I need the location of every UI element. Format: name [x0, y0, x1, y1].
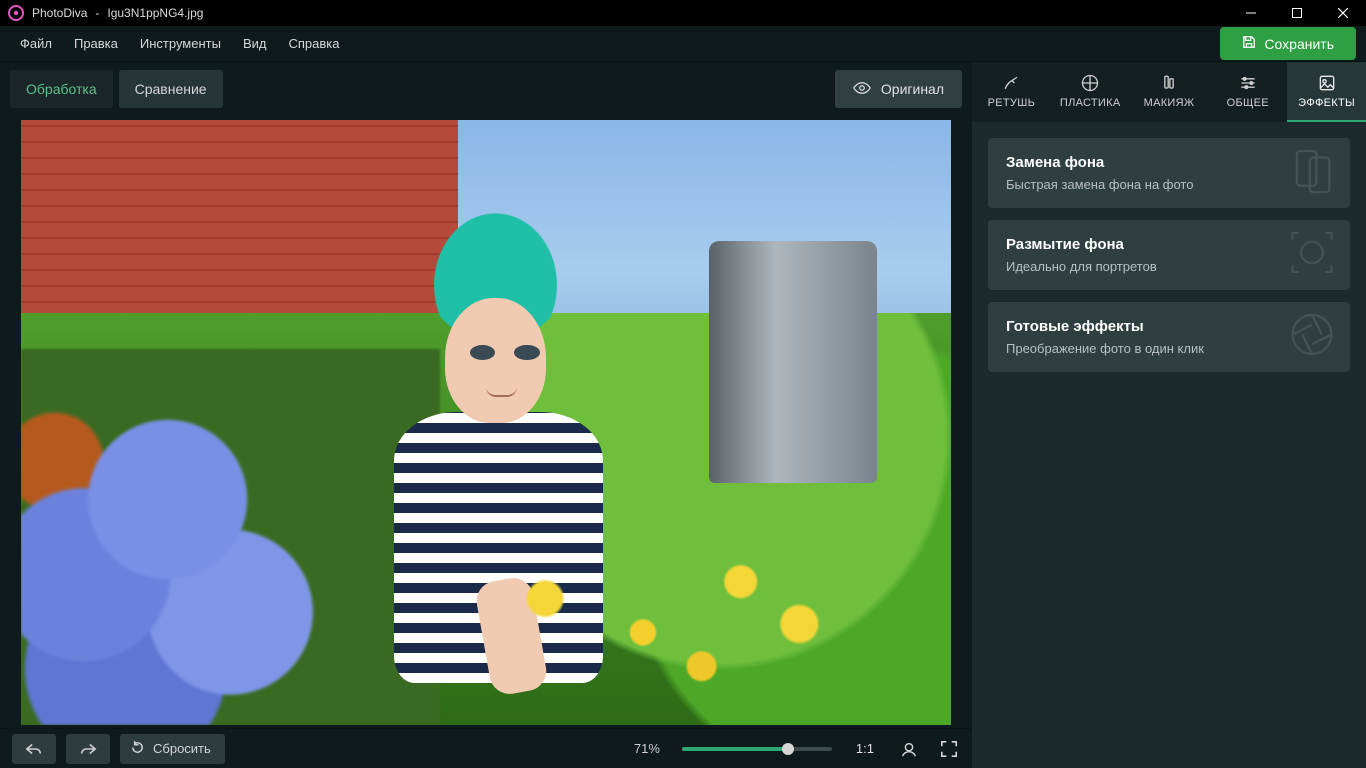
original-label: Оригинал — [881, 81, 944, 97]
side-tab-plastic-label: ПЛАСТИКА — [1060, 97, 1121, 109]
maximize-button[interactable] — [1274, 0, 1320, 26]
titlebar: PhotoDiva - Igu3N1ppNG4.jpg — [0, 0, 1366, 26]
show-original-button[interactable]: Оригинал — [835, 70, 962, 108]
side-tab-general[interactable]: ОБЩЕЕ — [1208, 62, 1287, 122]
toolbar: Обработка Сравнение Оригинал — [0, 62, 972, 116]
title-doc: Igu3N1ppNG4.jpg — [107, 6, 203, 20]
tab-processing[interactable]: Обработка — [10, 70, 113, 108]
effect-subtitle: Быстрая замена фона на фото — [1006, 177, 1332, 192]
side-tab-makeup-label: МАКИЯЖ — [1144, 97, 1195, 109]
phone-swap-icon — [1286, 145, 1338, 202]
bottombar: Сбросить 71% 1:1 — [0, 728, 972, 768]
side-tab-retouch[interactable]: РЕТУШЬ — [972, 62, 1051, 122]
fullscreen-icon[interactable] — [938, 740, 960, 758]
zoom-slider[interactable] — [682, 747, 832, 751]
app-logo-icon — [8, 5, 24, 21]
side-tab-effects[interactable]: ЭФФЕКТЫ — [1287, 62, 1366, 122]
face-detect-icon[interactable] — [898, 740, 920, 758]
reset-button[interactable]: Сбросить — [120, 734, 225, 764]
eye-icon — [853, 81, 871, 98]
save-button[interactable]: Сохранить — [1220, 27, 1356, 60]
canvas-area[interactable] — [0, 116, 972, 728]
menu-edit[interactable]: Правка — [64, 30, 128, 57]
effect-subtitle: Преображение фото в один клик — [1006, 341, 1332, 356]
menu-help[interactable]: Справка — [278, 30, 349, 57]
reset-label: Сбросить — [153, 741, 211, 756]
menu-file[interactable]: Файл — [10, 30, 62, 57]
undo-button[interactable] — [12, 734, 56, 764]
reset-icon — [130, 740, 145, 758]
side-tab-general-label: ОБЩЕЕ — [1227, 97, 1269, 109]
save-label: Сохранить — [1264, 36, 1334, 52]
effect-title: Размытие фона — [1006, 236, 1332, 253]
menu-view[interactable]: Вид — [233, 30, 277, 57]
tab-compare[interactable]: Сравнение — [119, 70, 223, 108]
zoom-1to1-button[interactable]: 1:1 — [856, 741, 874, 756]
focus-target-icon — [1286, 227, 1338, 284]
effect-card-background-blur[interactable]: Размытие фона Идеально для портретов — [988, 220, 1350, 290]
side-tab-plastic[interactable]: ПЛАСТИКА — [1051, 62, 1130, 122]
save-icon — [1242, 35, 1256, 52]
menubar: Файл Правка Инструменты Вид Справка Сохр… — [0, 26, 1366, 62]
menu-tools[interactable]: Инструменты — [130, 30, 231, 57]
effect-subtitle: Идеально для портретов — [1006, 259, 1332, 274]
effect-card-presets[interactable]: Готовые эффекты Преображение фото в один… — [988, 302, 1350, 372]
title-sep: - — [95, 6, 99, 20]
effect-title: Готовые эффекты — [1006, 318, 1332, 335]
effect-card-background-replace[interactable]: Замена фона Быстрая замена фона на фото — [988, 138, 1350, 208]
effect-title: Замена фона — [1006, 154, 1332, 171]
minimize-button[interactable] — [1228, 0, 1274, 26]
photo-canvas — [21, 120, 951, 725]
side-tab-retouch-label: РЕТУШЬ — [988, 97, 1035, 109]
close-button[interactable] — [1320, 0, 1366, 26]
title-app: PhotoDiva — [32, 6, 87, 20]
side-tab-makeup[interactable]: МАКИЯЖ — [1130, 62, 1209, 122]
window-controls — [1228, 0, 1366, 26]
zoom-percent-label: 71% — [634, 741, 660, 756]
aperture-icon — [1286, 309, 1338, 366]
redo-button[interactable] — [66, 734, 110, 764]
side-tabs: РЕТУШЬ ПЛАСТИКА МАКИЯЖ ОБЩЕЕ ЭФФЕКТЫ — [972, 62, 1366, 122]
side-tab-effects-label: ЭФФЕКТЫ — [1298, 97, 1355, 109]
side-panel: РЕТУШЬ ПЛАСТИКА МАКИЯЖ ОБЩЕЕ ЭФФЕКТЫ Зам… — [972, 62, 1366, 768]
